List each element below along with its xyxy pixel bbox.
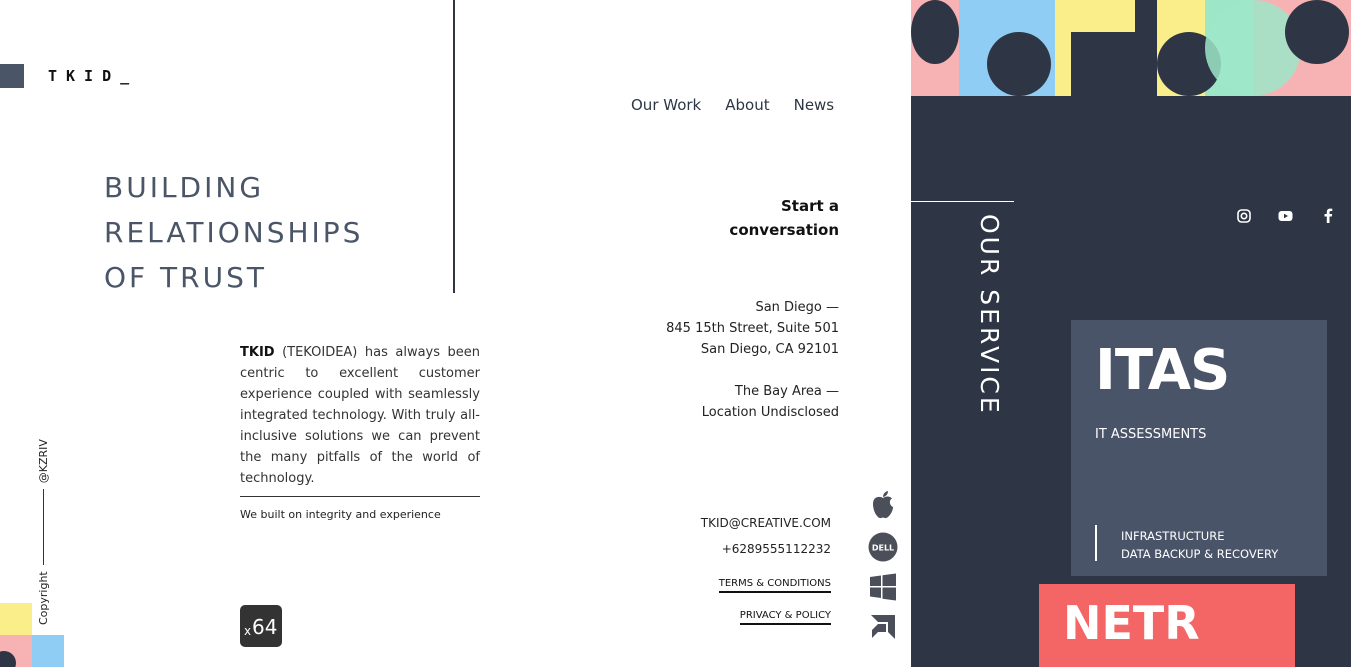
address-line: 845 15th Street, Suite 501 (666, 321, 839, 336)
address-bay-area: The Bay Area — Location Undisclosed (702, 381, 839, 423)
card-accent-bar (1095, 525, 1097, 561)
youtube-icon[interactable] (1278, 208, 1293, 223)
service-card-netr[interactable]: NETR (1039, 584, 1295, 667)
badge-prefix: x (244, 624, 252, 638)
about-brand: TKID (240, 345, 275, 360)
copyright-label: Copyright (37, 571, 50, 625)
facebook-icon[interactable] (1320, 208, 1335, 223)
deco-circle (911, 0, 959, 64)
nav-about[interactable]: About (725, 96, 769, 114)
card-subtitle: IT ASSESSMENTS (1095, 427, 1207, 442)
address-san-diego: San Diego — 845 15th Street, Suite 501 S… (666, 297, 839, 360)
cta-line: conversation (729, 221, 839, 239)
deco-shape (1055, 32, 1071, 96)
windows-icon (868, 572, 898, 602)
about-paragraph: TKID (TEKOIDEA) has always been centric … (240, 342, 480, 489)
deco-circle (1285, 0, 1349, 64)
social-links (1236, 208, 1335, 223)
privacy-link[interactable]: PRIVACY & POLICY (739, 610, 831, 625)
nav-our-work[interactable]: Our Work (631, 96, 701, 114)
hero-line: RELATIONSHIPS (104, 216, 364, 249)
deco-shape (1055, 0, 1135, 32)
dell-icon: DELL (868, 532, 898, 562)
about-text: (TEKOIDEA) has always been centric to ex… (240, 345, 480, 486)
card-title: NETR (1063, 596, 1200, 650)
deco-circle (987, 32, 1051, 96)
address-line: Location Undisclosed (701, 405, 839, 420)
email-link[interactable]: TKID@CREATIVE.COM (701, 516, 831, 530)
start-conversation-link[interactable]: Start a conversation (729, 194, 839, 242)
x64-badge: x 64 (240, 605, 282, 647)
section-title: OUR SERVICE (975, 214, 1004, 416)
hero-line: BUILDING (104, 171, 265, 204)
list-item: INFRASTRUCTURE (1121, 529, 1225, 543)
list-item: DATA BACKUP & RECOVERY (1121, 547, 1279, 561)
badge-value: 64 (252, 615, 278, 639)
nav-news[interactable]: News (794, 96, 835, 114)
address-line: The Bay Area — (734, 384, 839, 399)
copyright-line (43, 489, 44, 566)
hero-headline: BUILDING RELATIONSHIPS OF TRUST (104, 165, 363, 300)
about-divider (240, 496, 480, 497)
about-tagline: We built on integrity and experience (240, 508, 441, 521)
phone-link[interactable]: +6289555112232 (722, 542, 831, 556)
deco-block-yellow (0, 603, 32, 635)
apple-icon (868, 490, 898, 520)
card-list: INFRASTRUCTURE DATA BACKUP & RECOVERY (1121, 527, 1278, 563)
address-line: San Diego, CA 92101 (700, 342, 839, 357)
service-card-itas[interactable]: ITAS IT ASSESSMENTS INFRASTRUCTURE DATA … (1071, 320, 1327, 576)
terms-link[interactable]: TERMS & CONDITIONS (718, 578, 831, 593)
deco-block-blue (32, 635, 64, 667)
section-rule (911, 201, 1014, 202)
hero-line: OF TRUST (104, 261, 267, 294)
svg-text:DELL: DELL (872, 544, 894, 553)
address-line: San Diego — (755, 300, 839, 315)
card-title: ITAS (1095, 338, 1230, 403)
cta-line: Start a (780, 197, 839, 215)
vertical-divider (453, 0, 455, 293)
copyright: Copyright @KZRIV (37, 439, 50, 625)
site-logo[interactable]: TKID_ (48, 67, 138, 85)
brand-mark (0, 64, 24, 88)
amd-icon (868, 612, 898, 642)
main-nav: Our Work About News (631, 96, 834, 114)
instagram-icon[interactable] (1236, 208, 1251, 223)
author-handle[interactable]: @KZRIV (37, 439, 50, 483)
